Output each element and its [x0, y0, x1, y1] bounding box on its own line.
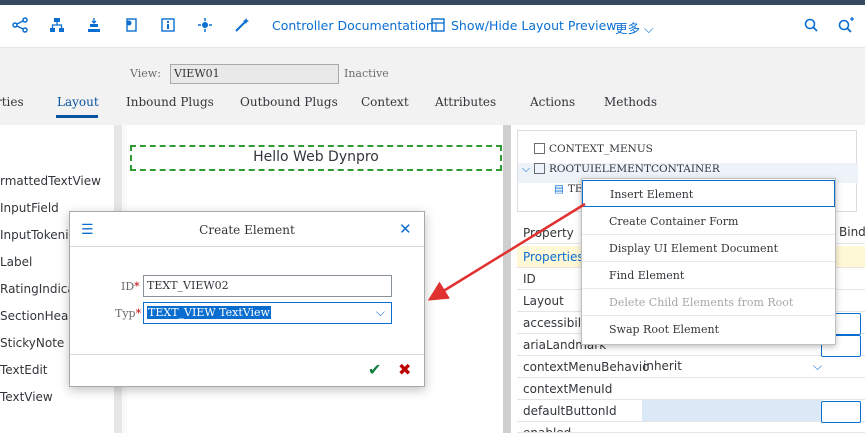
- annotation-arrow: [427, 202, 586, 301]
